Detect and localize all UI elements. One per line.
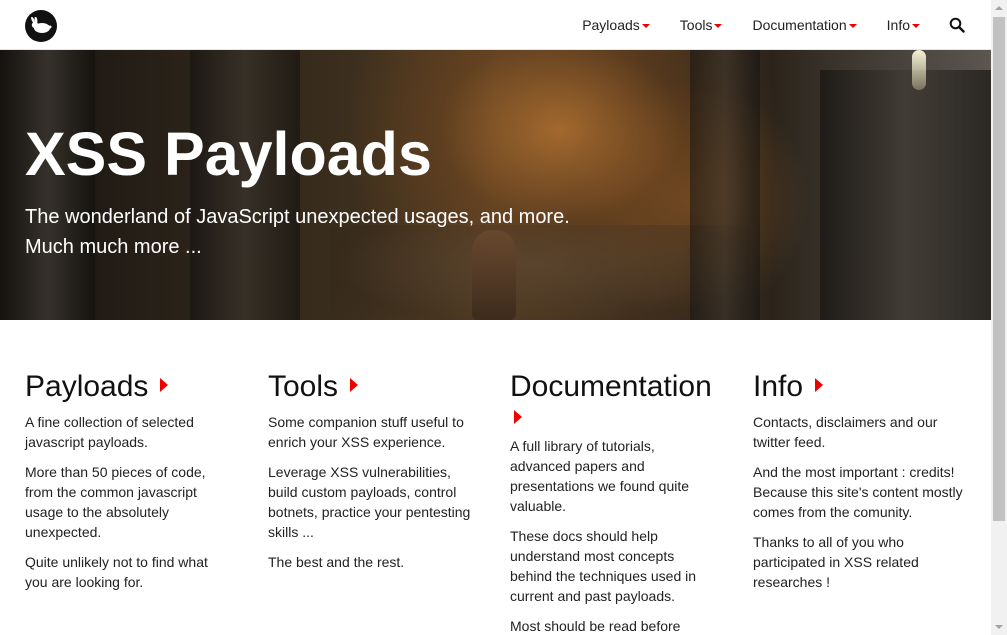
caret-down-icon xyxy=(912,23,920,28)
section-paragraph: Thanks to all of you who participated in… xyxy=(753,534,919,590)
section-paragraph: A fine collection of selected javascript… xyxy=(25,414,194,450)
section-paragraph: These docs should help understand most c… xyxy=(510,528,697,604)
section-paragraph: More than 50 pieces of code, from the co… xyxy=(25,464,206,540)
hero-tree-trunk xyxy=(820,70,991,320)
nav-item-payloads[interactable]: Payloads xyxy=(582,17,650,33)
section-title: Tools xyxy=(268,368,483,406)
section-paragraph: A full library of tutorials, advanced pa… xyxy=(510,438,690,514)
nav-item-label: Documentation xyxy=(752,17,847,33)
arrow-right-icon[interactable] xyxy=(514,410,522,424)
section-title-label: Tools xyxy=(268,370,339,403)
section-title: Documentation xyxy=(510,368,715,406)
section-title: Info xyxy=(753,368,965,406)
arrow-right-icon[interactable] xyxy=(350,378,359,393)
hero-light-beam xyxy=(912,50,926,90)
hero-tree-trunk xyxy=(690,50,760,320)
scrollbar-thumb[interactable] xyxy=(993,17,1005,521)
hero-title: XSS Payloads xyxy=(25,120,432,188)
section-tools: Tools Some companion stuff useful to enr… xyxy=(268,368,483,582)
arrow-right-icon[interactable] xyxy=(160,378,169,393)
caret-down-icon xyxy=(641,23,650,28)
arrow-up-icon xyxy=(995,6,1003,10)
section-paragraph: The best and the rest. xyxy=(268,554,405,570)
arrow-down-icon xyxy=(995,625,1003,629)
nav-item-label: Payloads xyxy=(582,17,640,33)
rabbit-logo-icon[interactable] xyxy=(25,10,57,42)
scroll-down-button[interactable] xyxy=(991,619,1007,635)
vertical-scrollbar[interactable] xyxy=(991,0,1007,635)
section-info: Info Contacts, disclaimers and our twitt… xyxy=(753,368,965,602)
caret-down-icon xyxy=(848,23,857,28)
hero-banner: XSS Payloads The wonderland of JavaScrip… xyxy=(0,50,991,320)
scroll-up-button[interactable] xyxy=(991,0,1007,16)
section-title-label: Info xyxy=(753,370,804,403)
section-paragraph: Contacts, disclaimers and our twitter fe… xyxy=(753,414,938,450)
nav-item-documentation[interactable]: Documentation xyxy=(752,17,857,33)
nav-menu: Payloads Tools Documentation Info xyxy=(552,0,965,50)
nav-item-tools[interactable]: Tools xyxy=(680,17,723,33)
section-payloads: Payloads A fine collection of selected j… xyxy=(25,368,225,602)
arrow-right-icon[interactable] xyxy=(815,378,824,393)
section-paragraph: Some companion stuff useful to enrich yo… xyxy=(268,414,464,450)
section-paragraph: Leverage XSS vulnerabilities, build cust… xyxy=(268,464,471,540)
hero-subtitle: The wonderland of JavaScript unexpected … xyxy=(25,202,665,262)
hero-subtitle-line2: Much much more ... xyxy=(25,236,202,258)
section-paragraph: Most should be read before xyxy=(510,618,681,634)
top-navbar: Payloads Tools Documentation Info xyxy=(0,0,991,50)
nav-item-label: Info xyxy=(886,17,910,33)
section-documentation: Documentation A full library of tutorial… xyxy=(510,368,715,635)
caret-down-icon xyxy=(714,23,723,28)
nav-item-label: Tools xyxy=(679,17,713,33)
nav-item-info[interactable]: Info xyxy=(887,17,920,33)
section-title-label: Payloads xyxy=(25,370,149,403)
section-title: Payloads xyxy=(25,368,225,406)
search-icon[interactable] xyxy=(949,17,965,33)
section-title-label: Documentation xyxy=(510,370,712,403)
hero-subtitle-line1: The wonderland of JavaScript unexpected … xyxy=(25,206,570,228)
section-paragraph: Quite unlikely not to find what you are … xyxy=(25,554,208,590)
section-paragraph: And the most important : credits! Becaus… xyxy=(753,464,963,520)
